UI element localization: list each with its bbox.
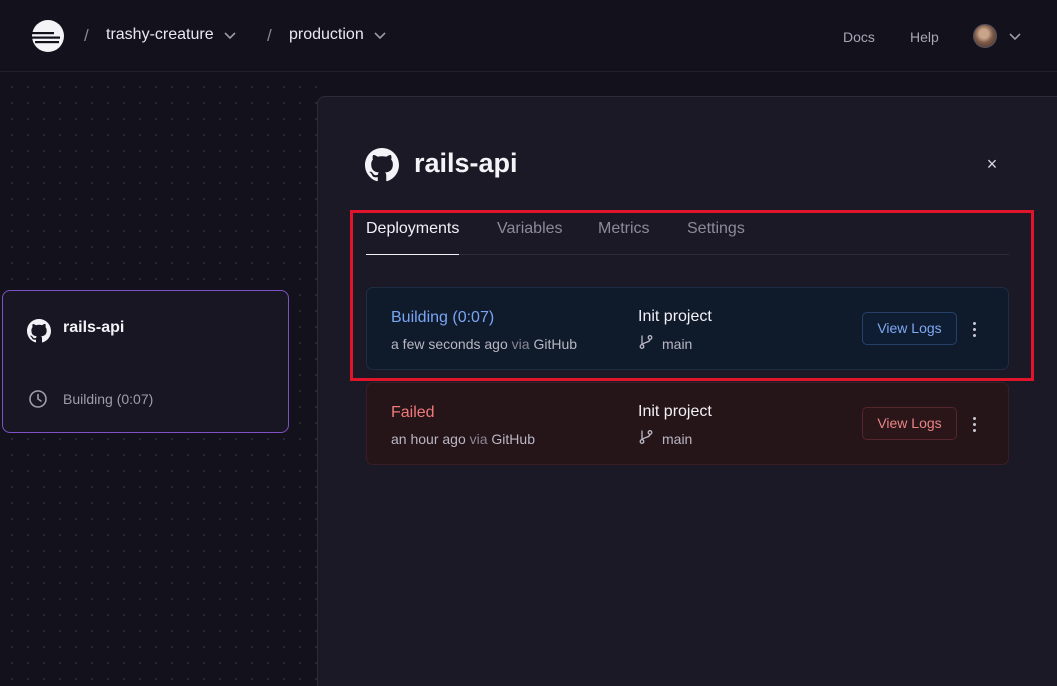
close-icon[interactable]: ×	[982, 154, 1002, 174]
deployment-status: Failed	[391, 404, 435, 421]
deployment-source: GitHub	[533, 336, 578, 352]
view-logs-button[interactable]: View Logs	[862, 312, 957, 345]
deployment-time: an hour ago via GitHub	[391, 431, 535, 447]
deployment-time-ago: an hour ago	[391, 431, 466, 447]
breadcrumb-separator: /	[267, 26, 272, 45]
docs-link[interactable]: Docs	[843, 29, 875, 45]
railway-logo-icon[interactable]	[31, 19, 65, 53]
service-card-rails-api[interactable]: rails-api Building (0:07)	[2, 290, 289, 433]
tab-deployments[interactable]: Deployments	[366, 220, 460, 255]
breadcrumb-project-label: trashy-creature	[106, 26, 214, 43]
view-logs-button[interactable]: View Logs	[862, 407, 957, 440]
chevron-down-icon	[224, 32, 236, 40]
breadcrumb-environment[interactable]: production	[289, 26, 387, 44]
service-card-title: rails-api	[63, 319, 125, 336]
breadcrumb-environment-label: production	[289, 26, 364, 43]
tab-metrics[interactable]: Metrics	[598, 220, 650, 255]
panel-title: rails-api	[414, 148, 518, 178]
github-icon	[365, 148, 399, 182]
github-icon	[27, 319, 51, 343]
breadcrumb-separator: /	[84, 26, 89, 45]
deployment-time-ago: a few seconds ago	[391, 336, 508, 352]
commit-message: Init project	[638, 403, 712, 420]
top-bar: / trashy-creature / production Docs Help	[0, 0, 1057, 72]
git-branch-icon	[639, 430, 653, 444]
git-branch-icon	[639, 335, 653, 349]
panel-tabs: Deployments Variables Metrics Settings	[366, 220, 1009, 255]
deployment-row-building[interactable]: Building (0:07) a few seconds ago via Gi…	[366, 287, 1009, 370]
branch-name: main	[662, 431, 693, 447]
branch-name: main	[662, 336, 693, 352]
deployment-via: via	[511, 336, 530, 352]
commit-message: Init project	[638, 308, 712, 325]
tab-variables[interactable]: Variables	[497, 220, 563, 255]
deployment-via: via	[469, 431, 488, 447]
deployment-status: Building (0:07)	[391, 309, 495, 326]
help-link[interactable]: Help	[910, 29, 939, 45]
account-chevron-down-icon[interactable]	[1008, 29, 1022, 43]
breadcrumb-project[interactable]: trashy-creature	[106, 26, 237, 44]
user-avatar[interactable]	[973, 24, 997, 48]
more-options-icon[interactable]	[967, 412, 981, 436]
deployment-time: a few seconds ago via GitHub	[391, 336, 577, 352]
tab-settings[interactable]: Settings	[687, 220, 745, 255]
deployment-source: GitHub	[491, 431, 535, 447]
service-card-status: Building (0:07)	[63, 391, 154, 407]
more-options-icon[interactable]	[967, 317, 981, 341]
chevron-down-icon	[374, 32, 386, 40]
deployment-row-failed[interactable]: Failed an hour ago via GitHub Init proje…	[366, 382, 1009, 465]
clock-icon	[29, 390, 47, 408]
